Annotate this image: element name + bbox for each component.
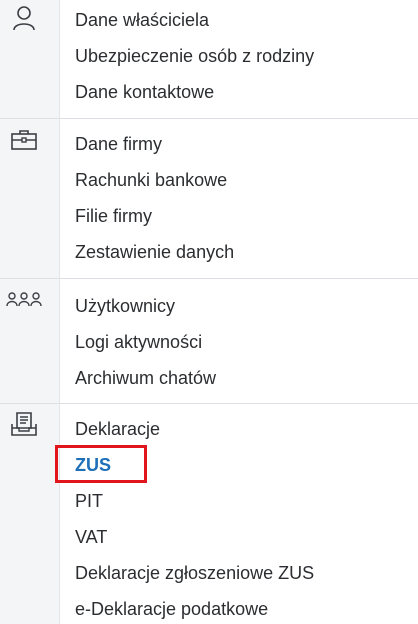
menu-item-uzytkownicy[interactable]: Użytkownicy (75, 295, 175, 317)
menu-item-deklaracje-zgloszeniowe-zus[interactable]: Deklaracje zgłoszeniowe ZUS (75, 562, 314, 584)
menu-item-vat[interactable]: VAT (75, 526, 107, 548)
menu-item-archiwum-chatow[interactable]: Archiwum chatów (75, 367, 216, 389)
section-divider (0, 118, 418, 119)
menu-item-filie-firmy[interactable]: Filie firmy (75, 205, 152, 227)
menu-item-logi-aktywnosci[interactable]: Logi aktywności (75, 331, 202, 353)
section-divider (0, 403, 418, 404)
menu-item-dane-wlasciciela[interactable]: Dane właściciela (75, 9, 209, 31)
menu-item-zestawienie-danych[interactable]: Zestawienie danych (75, 241, 234, 263)
menu-item-e-deklaracje-podatkowe[interactable]: e-Deklaracje podatkowe (75, 598, 268, 620)
menu-item-rachunki-bankowe[interactable]: Rachunki bankowe (75, 169, 227, 191)
menu-item-pit[interactable]: PIT (75, 490, 103, 512)
menu-item-deklaracje[interactable]: Deklaracje (75, 418, 160, 440)
document-tray-icon (10, 410, 38, 438)
user-icon (10, 4, 38, 32)
menu-item-dane-kontaktowe[interactable]: Dane kontaktowe (75, 81, 214, 103)
highlight-box (55, 445, 147, 483)
section-divider (0, 278, 418, 279)
menu-item-ubezpieczenie-osob[interactable]: Ubezpieczenie osób z rodziny (75, 45, 314, 67)
users-group-icon (6, 284, 42, 312)
menu-item-dane-firmy[interactable]: Dane firmy (75, 133, 162, 155)
briefcase-icon (10, 126, 38, 154)
